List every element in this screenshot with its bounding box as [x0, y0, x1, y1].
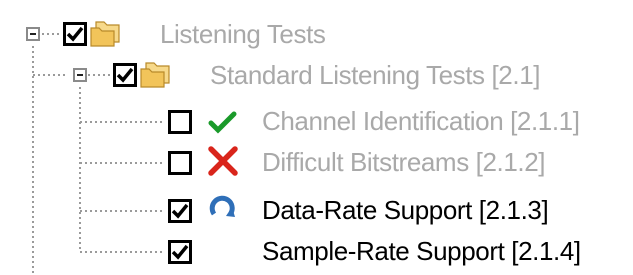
refresh-arrow-icon — [209, 195, 235, 217]
test-tree: Listening Tests Standard Listening Tests… — [0, 0, 633, 275]
checkbox-listening-tests[interactable] — [63, 22, 87, 46]
node-label-standard-listening-tests: Standard Listening Tests [2.1] — [210, 60, 541, 90]
node-label-channel-identification: Channel Identification [2.1.1] — [262, 106, 580, 136]
collapse-toggle-standard-listening-tests[interactable] — [73, 68, 87, 82]
folder-icon — [90, 21, 120, 47]
checkbox-data-rate-support[interactable] — [168, 199, 192, 223]
green-check-icon — [208, 111, 237, 134]
node-label-data-rate-support: Data-Rate Support [2.1.3] — [262, 195, 549, 225]
checkmark-icon — [66, 26, 84, 42]
node-label-difficult-bitstreams: Difficult Bitstreams [2.1.2] — [262, 147, 546, 177]
checkbox-sample-rate-support[interactable] — [168, 240, 192, 264]
checkmark-icon — [171, 203, 189, 219]
checkbox-channel-identification[interactable] — [168, 110, 192, 134]
collapse-toggle-listening-tests[interactable] — [26, 27, 40, 41]
node-label-sample-rate-support: Sample-Rate Support [2.1.4] — [262, 236, 581, 266]
node-label-listening-tests: Listening Tests — [160, 19, 326, 49]
checkbox-standard-listening-tests[interactable] — [113, 63, 137, 87]
checkmark-icon — [171, 244, 189, 260]
checkmark-icon — [116, 67, 134, 83]
checkbox-difficult-bitstreams[interactable] — [168, 151, 192, 175]
folder-icon — [140, 62, 170, 88]
red-x-icon — [208, 146, 238, 176]
